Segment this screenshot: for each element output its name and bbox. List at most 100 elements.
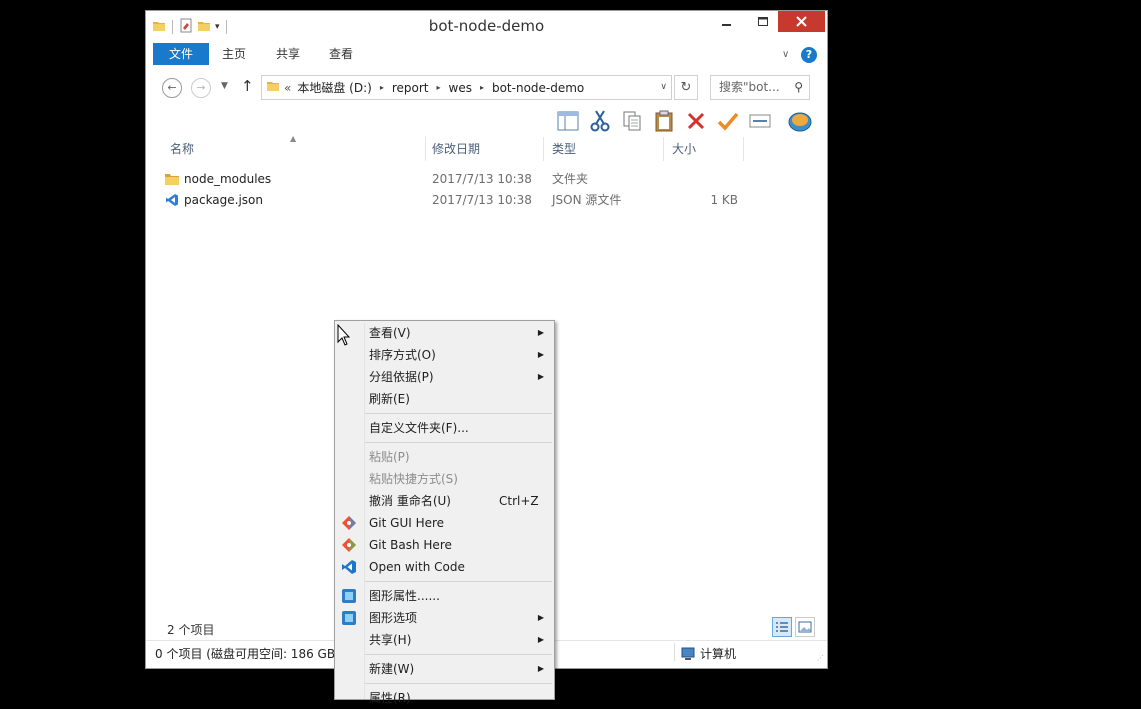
cut-icon[interactable] bbox=[587, 108, 613, 134]
recent-locations-chevron-down-icon[interactable]: ▼ bbox=[221, 81, 228, 91]
delete-icon[interactable] bbox=[683, 108, 709, 134]
chevron-right-icon: ▶ bbox=[537, 328, 544, 337]
menu-label: Git Bash Here bbox=[369, 538, 452, 552]
breadcrumb-current[interactable]: bot-node-demo bbox=[492, 81, 584, 95]
tab-home[interactable]: 主页 bbox=[210, 43, 258, 65]
address-bar[interactable]: « 本地磁盘 (D:) ▸ report ▸ wes ▸ bot-node-de… bbox=[261, 75, 672, 100]
file-date: 2017/7/13 10:38 bbox=[432, 193, 532, 207]
menu-item-sort[interactable]: 排序方式(O) ▶ bbox=[337, 344, 552, 366]
up-arrow-icon[interactable]: ↑ bbox=[241, 77, 254, 95]
item-count: 2 个项目 bbox=[167, 623, 215, 637]
view-switcher bbox=[772, 617, 815, 637]
chevron-right-icon[interactable]: ▸ bbox=[436, 83, 440, 92]
chevron-right-icon[interactable]: ▸ bbox=[480, 83, 484, 92]
menu-item-git-gui[interactable]: Git GUI Here bbox=[337, 512, 552, 534]
menu-separator bbox=[365, 581, 552, 582]
refresh-button[interactable]: ↻ bbox=[674, 75, 698, 100]
chevron-right-icon: ▶ bbox=[537, 372, 544, 381]
file-type: JSON 源文件 bbox=[552, 193, 622, 207]
computer-icon bbox=[681, 647, 695, 660]
search-placeholder: 搜索"bot... bbox=[719, 80, 780, 94]
menu-separator bbox=[365, 442, 552, 443]
paste-icon[interactable] bbox=[651, 108, 677, 134]
menu-item-git-bash[interactable]: Git Bash Here bbox=[337, 534, 552, 556]
menu-separator bbox=[365, 683, 552, 684]
menu-item-view[interactable]: 查看(V) ▶ bbox=[337, 322, 552, 344]
menu-label: 查看(V) bbox=[369, 326, 411, 340]
large-icons-view-icon[interactable] bbox=[795, 617, 815, 637]
address-history-chevron-down-icon[interactable]: ∨ bbox=[660, 82, 667, 92]
table-row[interactable]: package.json 2017/7/13 10:38 JSON 源文件 1 … bbox=[154, 190, 819, 211]
checkmark-icon[interactable] bbox=[715, 108, 741, 134]
menu-label: Git GUI Here bbox=[369, 516, 445, 530]
breadcrumb-report[interactable]: report bbox=[392, 81, 429, 95]
help-icon[interactable]: ? bbox=[801, 47, 817, 63]
chevron-down-icon[interactable]: ∨ bbox=[782, 49, 789, 60]
tab-share[interactable]: 共享 bbox=[264, 43, 312, 65]
close-button[interactable] bbox=[778, 11, 825, 32]
menu-item-open-with-code[interactable]: Open with Code bbox=[337, 556, 552, 578]
file-name: node_modules bbox=[184, 172, 272, 186]
forward-button[interactable]: → bbox=[191, 78, 211, 98]
navigation-bar: ← → ▼ ↑ « 本地磁盘 (D:) ▸ report ▸ wes ▸ bot… bbox=[146, 73, 827, 103]
back-button[interactable]: ← bbox=[162, 78, 182, 98]
ribbon-tabs: 文件 主页 共享 查看 ∨ ? bbox=[146, 42, 827, 66]
menu-label: 粘贴(P) bbox=[369, 450, 410, 464]
tab-file[interactable]: 文件 bbox=[153, 43, 210, 65]
maximize-button[interactable] bbox=[750, 11, 776, 32]
breadcrumb-overflow[interactable]: « bbox=[284, 81, 291, 95]
title-bar: ▾ bot-node-demo bbox=[146, 11, 827, 42]
mouse-cursor-icon bbox=[337, 323, 351, 349]
details-view-icon[interactable] bbox=[772, 617, 792, 637]
search-icon: ⚲ bbox=[794, 80, 803, 94]
file-name: package.json bbox=[184, 193, 264, 207]
table-row[interactable]: node_modules 2017/7/13 10:38 文件夹 bbox=[154, 169, 819, 190]
vscode-icon bbox=[341, 559, 357, 582]
copy-icon[interactable] bbox=[619, 108, 645, 134]
menu-item-new[interactable]: 新建(W) ▶ bbox=[337, 658, 552, 680]
menu-label: 新建(W) bbox=[369, 662, 415, 676]
preview-pane-icon[interactable] bbox=[555, 108, 581, 134]
file-size: 1 KB bbox=[710, 193, 738, 207]
chevron-right-icon: ▶ bbox=[537, 350, 544, 359]
vscode-file-icon bbox=[164, 192, 180, 215]
location-status: 计算机 bbox=[680, 645, 736, 662]
minimize-button[interactable] bbox=[714, 11, 740, 32]
menu-label: Open with Code bbox=[369, 560, 465, 574]
rename-icon[interactable] bbox=[747, 108, 773, 134]
menu-label: 图形属性...... bbox=[369, 589, 440, 603]
shell-globe-icon[interactable] bbox=[787, 108, 813, 134]
menu-label: 图形选项 bbox=[369, 611, 418, 625]
menu-item-graphics-properties[interactable]: 图形属性...... bbox=[337, 585, 552, 607]
menu-item-undo[interactable]: 撤消 重命名(U) Ctrl+Z bbox=[337, 490, 552, 512]
chevron-right-icon[interactable]: ▸ bbox=[380, 83, 384, 92]
menu-item-share[interactable]: 共享(H) ▶ bbox=[337, 629, 552, 651]
menu-label: 共享(H) bbox=[369, 633, 412, 647]
file-type: 文件夹 bbox=[552, 172, 589, 186]
file-date: 2017/7/13 10:38 bbox=[432, 172, 532, 186]
column-date[interactable]: 修改日期 bbox=[424, 137, 544, 161]
menu-item-properties[interactable]: 属性(R) bbox=[337, 687, 552, 709]
menu-item-group[interactable]: 分组依据(P) ▶ bbox=[337, 366, 552, 388]
menu-label: 属性(R) bbox=[369, 691, 411, 705]
menu-item-refresh[interactable]: 刷新(E) bbox=[337, 388, 552, 410]
menu-label: 分组依据(P) bbox=[369, 370, 434, 384]
file-list: node_modules 2017/7/13 10:38 文件夹 package… bbox=[154, 169, 819, 211]
menu-label: 撤消 重命名(U) bbox=[369, 494, 451, 508]
resize-grip-icon[interactable]: ⋰ bbox=[817, 654, 824, 662]
column-header: 名称 ▲ 修改日期 类型 大小 bbox=[154, 134, 819, 161]
menu-item-paste-shortcut: 粘贴快捷方式(S) bbox=[337, 468, 552, 490]
breadcrumb-wes[interactable]: wes bbox=[449, 81, 472, 95]
chevron-right-icon: ▶ bbox=[537, 664, 544, 673]
menu-item-customize[interactable]: 自定义文件夹(F)... bbox=[337, 417, 552, 439]
column-type[interactable]: 类型 bbox=[544, 137, 664, 161]
sort-up-icon: ▲ bbox=[290, 134, 297, 143]
tab-view[interactable]: 查看 bbox=[317, 43, 365, 65]
shell-toolbar bbox=[146, 106, 827, 136]
search-input[interactable]: 搜索"bot... ⚲ bbox=[710, 75, 810, 100]
menu-separator bbox=[365, 413, 552, 414]
column-size[interactable]: 大小 bbox=[664, 137, 744, 161]
menu-item-graphics-options[interactable]: 图形选项 ▶ bbox=[337, 607, 552, 629]
folder-icon bbox=[266, 79, 280, 96]
breadcrumb-drive[interactable]: 本地磁盘 (D:) bbox=[297, 79, 371, 96]
